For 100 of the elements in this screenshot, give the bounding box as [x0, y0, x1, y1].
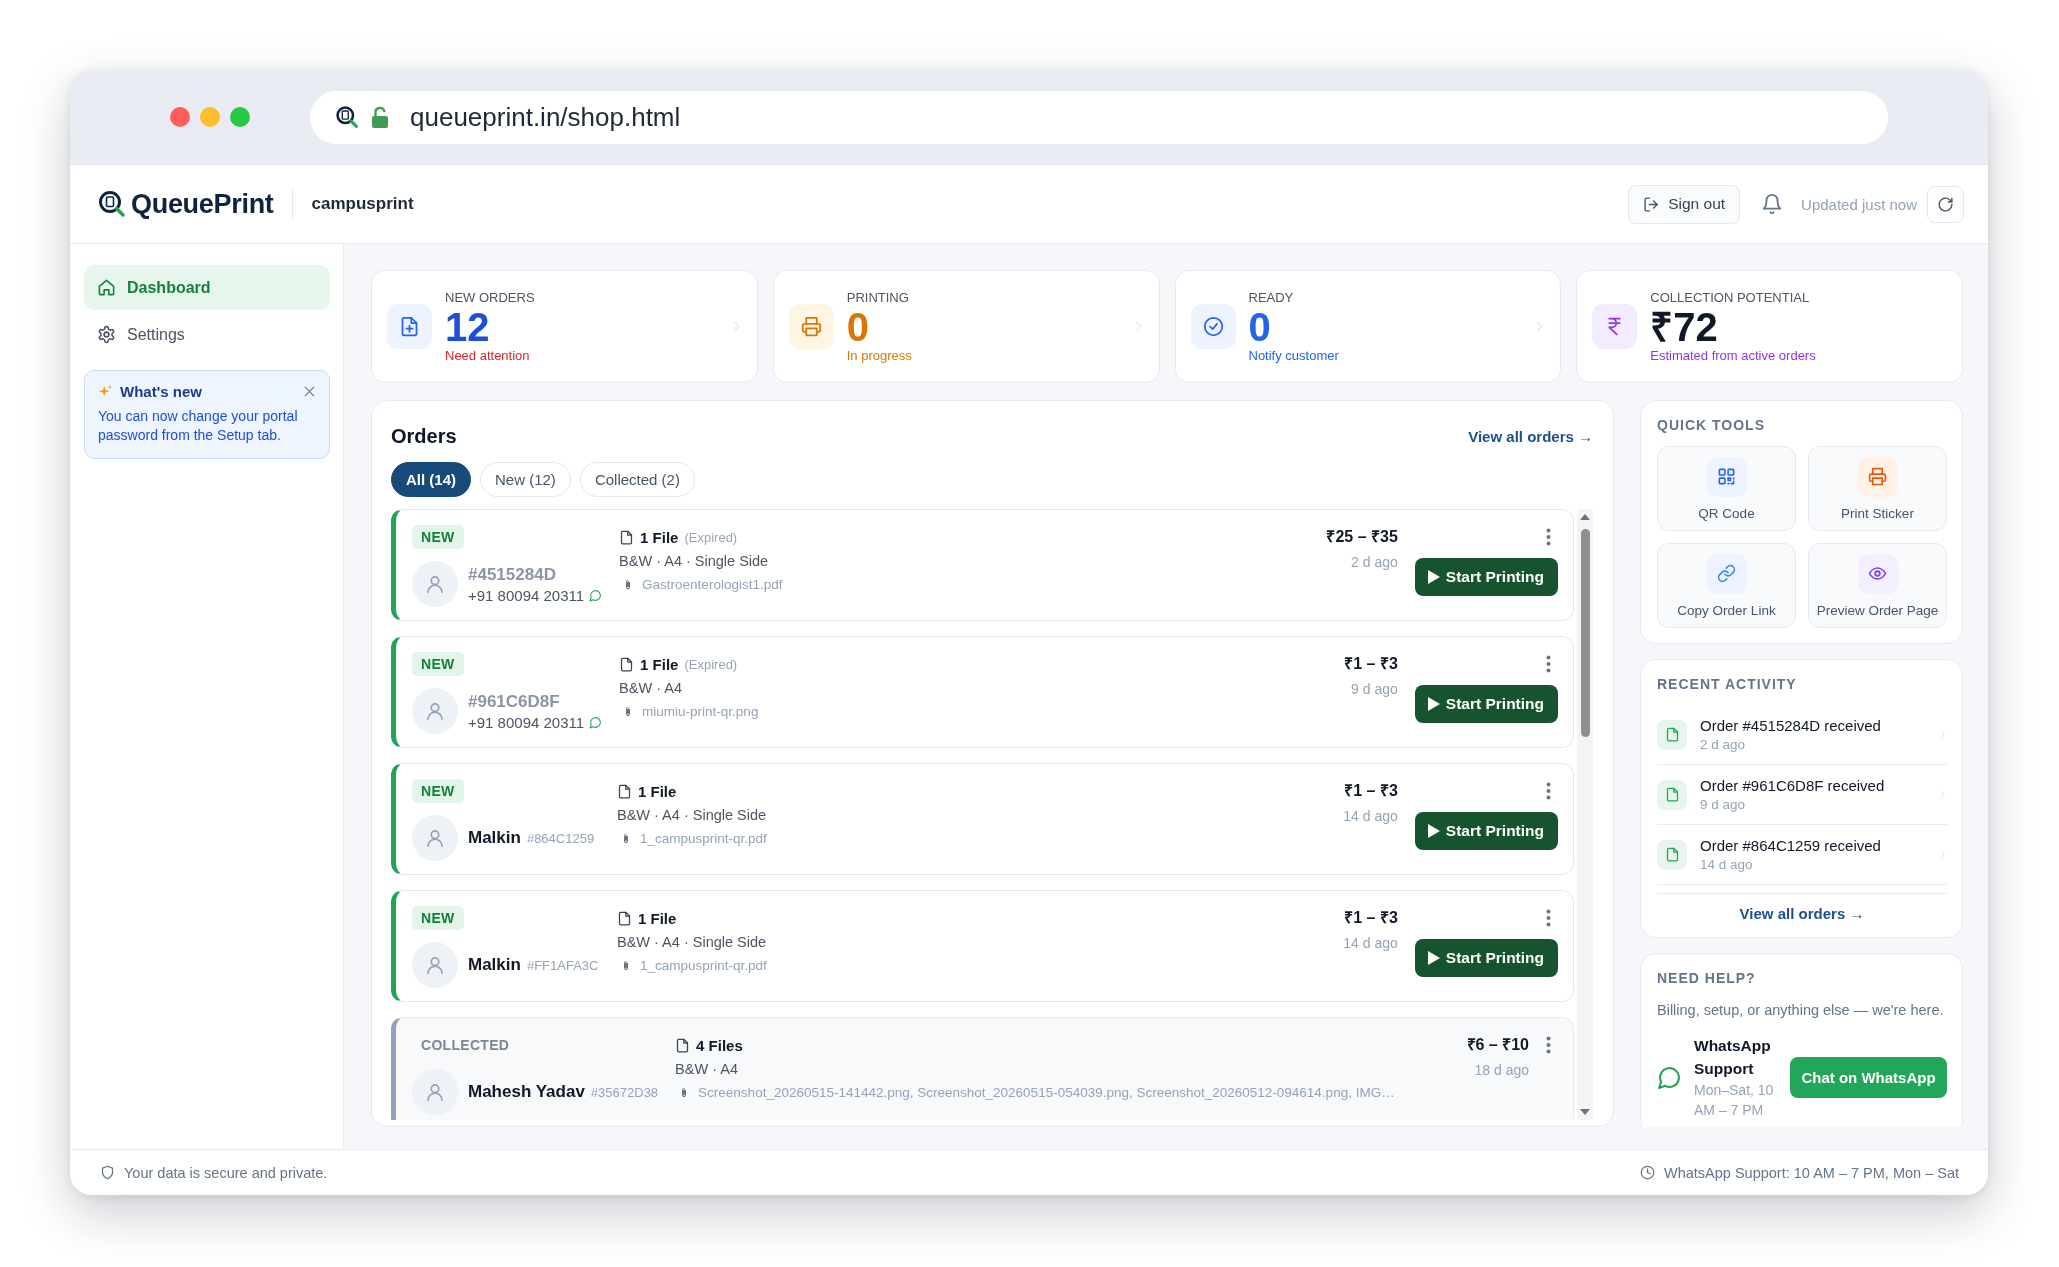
url-text: queueprint.in/shop.html — [410, 101, 681, 133]
more-icon[interactable] — [1546, 782, 1551, 800]
more-icon[interactable] — [1546, 1036, 1551, 1054]
file-icon — [617, 910, 632, 926]
rupee-icon — [1592, 304, 1638, 349]
sign-out-icon — [1643, 195, 1661, 213]
start-printing-button[interactable]: Start Printing — [1414, 558, 1558, 596]
stat-card[interactable]: READY 0 Notify customer — [1174, 270, 1562, 383]
activity-time: 9 d ago — [1700, 797, 1746, 812]
scrollbar[interactable] — [1577, 509, 1593, 1120]
more-icon[interactable] — [1546, 528, 1551, 546]
stat-note: In progress — [846, 347, 912, 364]
avatar-icon — [412, 561, 458, 607]
order-card[interactable]: NEW Malkin #FF1AFA3C 1 File B&W · A4 · Single Side 1_campusprint-qr.pdf ₹1 – ₹3 14 d ago Start Printing — [391, 890, 1574, 1002]
panel-title: Orders — [391, 424, 457, 448]
stat-card[interactable]: NEW ORDERS 12 Need attention — [371, 270, 758, 383]
price-range: ₹6 – ₹10 — [1466, 1035, 1529, 1055]
refresh-icon — [1937, 195, 1954, 213]
quick-tool-button[interactable]: Preview Order Page — [1808, 543, 1947, 628]
nav-item[interactable]: Dashboard — [84, 265, 330, 310]
brand-name: QueuePrint — [131, 188, 274, 220]
status-badge: NEW — [412, 906, 464, 930]
footer-note: Your data is secure and private. — [124, 1164, 328, 1181]
order-card[interactable]: NEW Malkin #864C1259 1 File B&W · A4 · Single Side 1_campusprint-qr.pdf ₹1 – ₹3 14 d ago Start Printing — [391, 763, 1574, 875]
section-title: QUICK TOOLS — [1657, 416, 1766, 434]
stat-card[interactable]: COLLECTION POTENTIAL ₹72 Estimated from active orders — [1576, 270, 1963, 383]
more-icon[interactable] — [1546, 909, 1551, 927]
avatar-icon — [412, 942, 458, 988]
qr-code-icon — [1706, 456, 1747, 497]
order-id: #4515284D — [468, 564, 556, 585]
scroll-up-icon[interactable] — [1580, 514, 1590, 520]
avatar-icon — [412, 1069, 458, 1115]
expired-note: (Expired) — [684, 529, 738, 545]
support-hours: WhatsApp Support: 10 AM – 7 PM, Mon – Sat — [1664, 1164, 1959, 1181]
window-close-icon[interactable] — [170, 107, 190, 127]
file-names: Screenshot_20260515-141442.png, Screenshot_20260515-054039.png, Screenshot_20260512-094614.png, IMG… — [698, 1084, 1395, 1102]
start-printing-button[interactable]: Start Printing — [1414, 812, 1558, 850]
file-count: 1 File — [638, 782, 677, 800]
stat-note: Need attention — [445, 347, 530, 364]
start-printing-button[interactable]: Start Printing — [1414, 939, 1558, 977]
filter-tab[interactable]: Collected (2) — [579, 462, 695, 497]
view-all-link[interactable]: View all orders → — [1468, 427, 1593, 445]
refresh-button[interactable] — [1927, 185, 1964, 223]
notice-title: What's new — [120, 383, 203, 400]
print-specs: B&W · A4 · Single Side — [619, 552, 769, 571]
file-names: miumiu-print-qr.png — [642, 703, 759, 721]
brand-logo-icon — [98, 190, 126, 218]
order-card[interactable]: NEW #961C6D8F +91 80094 20311 1 File (Expired) B&W · A4 miumiu-print-qr.png ₹1 – ₹3 9 d ago Start Printing — [391, 636, 1574, 748]
file-count: 4 Files — [696, 1036, 743, 1054]
quick-tool-button[interactable]: Print Sticker — [1808, 446, 1947, 531]
file-count: 1 File — [640, 655, 679, 673]
sparkle-icon — [98, 384, 113, 399]
start-printing-button[interactable]: Start Printing — [1414, 685, 1558, 723]
bell-icon[interactable] — [1761, 193, 1784, 215]
home-icon — [97, 278, 116, 297]
shield-icon — [100, 1165, 115, 1180]
order-age: 14 d ago — [1343, 934, 1398, 953]
printer-icon — [788, 304, 834, 349]
scrollbar-thumb[interactable] — [1580, 529, 1590, 737]
lock-icon — [371, 106, 389, 128]
expired-note: (Expired) — [684, 656, 738, 672]
stat-value: 0 — [846, 305, 869, 348]
order-id: #35672D38 — [590, 1085, 659, 1100]
stat-value: 12 — [445, 305, 490, 348]
filter-tab[interactable]: New (12) — [480, 462, 571, 497]
chat-bubble-icon[interactable] — [589, 588, 603, 602]
scroll-down-icon[interactable] — [1580, 1109, 1590, 1115]
activity-title[interactable]: Order #4515284D received — [1700, 717, 1881, 734]
file-names: 1_campusprint-qr.pdf — [640, 830, 767, 848]
quick-tool-button[interactable]: Copy Order Link — [1657, 543, 1796, 628]
avatar-icon — [412, 815, 458, 861]
stat-label: READY — [1248, 289, 1294, 306]
quick-tool-button[interactable]: QR Code — [1657, 446, 1796, 531]
price-range: ₹1 – ₹3 — [1344, 654, 1398, 674]
chat-bubble-icon — [1657, 1064, 1682, 1090]
close-icon[interactable] — [303, 385, 316, 398]
activity-title[interactable]: Order #961C6D8F received — [1700, 777, 1885, 794]
support-hours: Mon–Sat, 10 AM – 7 PM — [1694, 1081, 1775, 1120]
file-icon — [1657, 719, 1687, 750]
view-all-link[interactable]: View all orders → — [1739, 905, 1865, 922]
order-card[interactable]: COLLECTED Mahesh Yadav #35672D38 4 Files B&W · A4 Screenshot_20260515-141442.png, Screenshot_20260515-054039.png, Screenshot_20260512-094614.png, IMG… ₹6 – ₹10 18 d ago — [391, 1017, 1574, 1120]
order-age: 18 d ago — [1474, 1061, 1529, 1080]
more-icon[interactable] — [1546, 655, 1551, 673]
order-age: 2 d ago — [1351, 553, 1398, 572]
file-icon — [617, 783, 632, 799]
order-card[interactable]: NEW #4515284D +91 80094 20311 1 File (Expired) B&W · A4 · Single Side Gastroenterologist1.pdf ₹25 – ₹35 2 d ago Start Printing — [391, 509, 1574, 621]
play-icon — [1427, 570, 1440, 584]
filter-tab[interactable]: All (14) — [391, 462, 471, 497]
file-names: Gastroenterologist1.pdf — [642, 576, 783, 594]
address-bar[interactable]: queueprint.in/shop.html — [310, 90, 1888, 144]
nav-item[interactable]: Settings — [84, 312, 330, 357]
update-status: Updated just now — [1801, 195, 1917, 213]
stat-card[interactable]: PRINTING 0 In progress — [772, 270, 1160, 383]
activity-title[interactable]: Order #864C1259 received — [1700, 837, 1881, 854]
sign-out-button[interactable]: Sign out — [1628, 184, 1741, 224]
stat-label: NEW ORDERS — [445, 289, 535, 306]
chat-bubble-icon[interactable] — [589, 715, 603, 729]
print-specs: B&W · A4 · Single Side — [617, 933, 767, 952]
stat-value: ₹72 — [1650, 305, 1718, 348]
status-label: COLLECTED — [420, 1036, 511, 1055]
